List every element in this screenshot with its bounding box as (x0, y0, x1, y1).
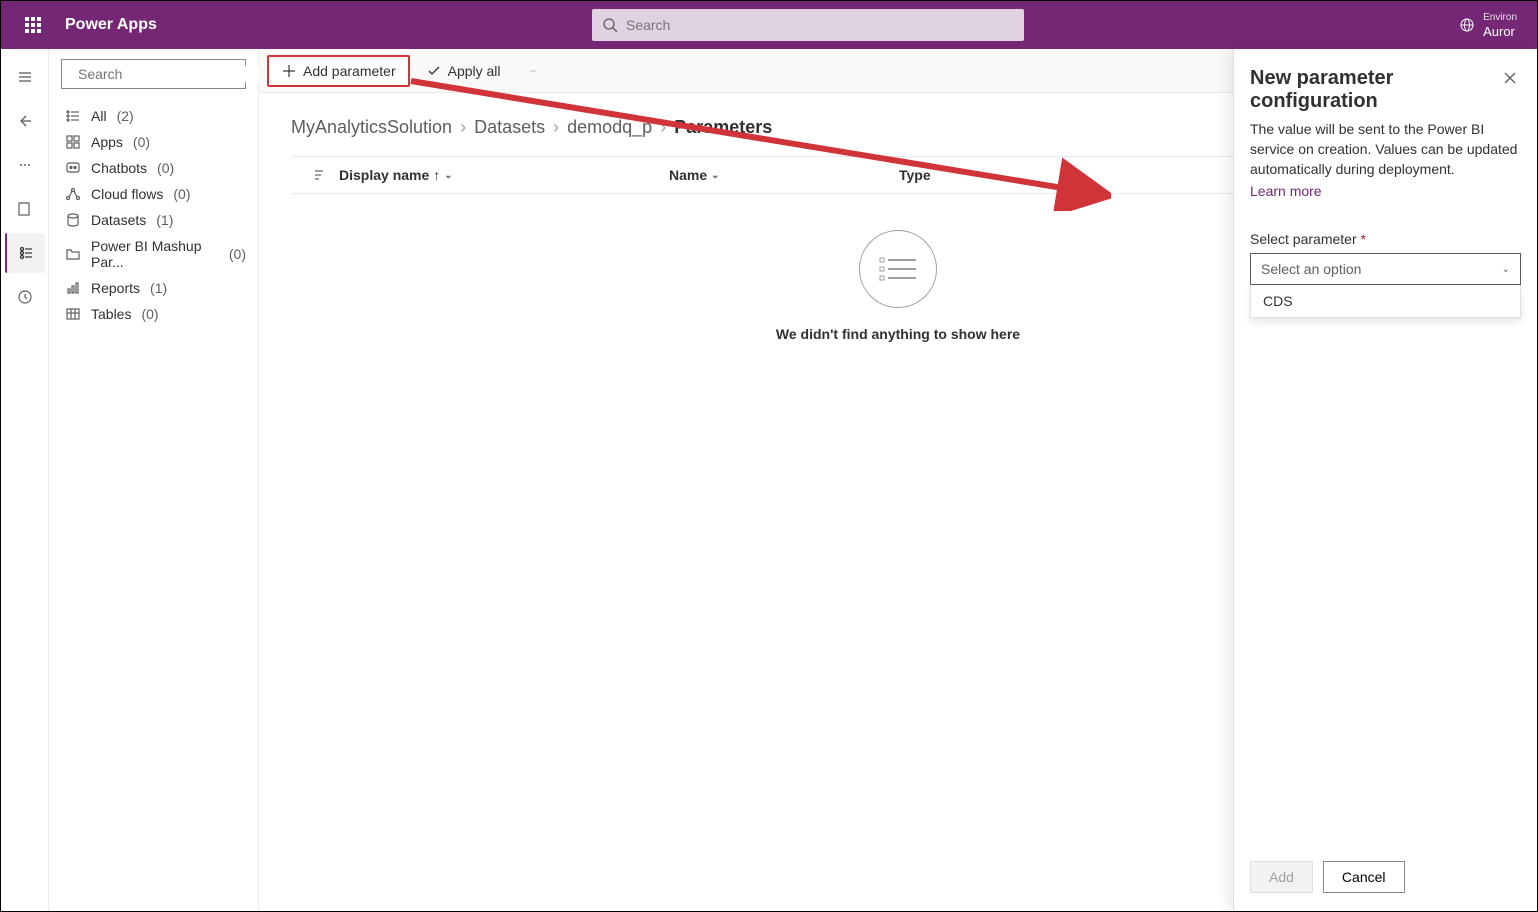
breadcrumb-dataset-name[interactable]: demodq_p (567, 117, 652, 138)
tree-label: Datasets (91, 212, 146, 228)
select-placeholder: Select an option (1261, 261, 1361, 277)
close-button[interactable] (1499, 67, 1521, 92)
apply-all-button[interactable]: Apply all (414, 57, 513, 85)
chevron-down-icon: ⌄ (444, 170, 452, 181)
apply-all-label: Apply all (448, 63, 501, 79)
nav-hamburger[interactable] (5, 57, 45, 97)
folder-icon (65, 246, 81, 262)
search-icon (602, 17, 618, 36)
panel-description: The value will be sent to the Power BI s… (1250, 119, 1521, 179)
select-parameter-dropdown[interactable]: Select an option ⌄ (1250, 253, 1521, 285)
environment-picker[interactable]: Environ Auror (1459, 11, 1529, 39)
tree-count: (0) (133, 134, 150, 150)
empty-text: We didn't find anything to show here (776, 326, 1020, 342)
nav-back[interactable] (5, 101, 45, 141)
tree-label: All (91, 108, 107, 124)
tree-count: (1) (150, 280, 167, 296)
tree-item-apps[interactable]: Apps (0) (49, 129, 258, 155)
nav-rail (1, 49, 49, 911)
app-header: Power Apps Environ Auror (1, 1, 1537, 49)
env-name: Auror (1483, 25, 1517, 39)
select-parameter-label: Select parameter * (1250, 231, 1521, 247)
panel-title: New parameter configuration (1250, 67, 1499, 113)
add-parameter-label: Add parameter (303, 63, 396, 79)
col-display-name[interactable]: Display name ↑ ⌄ (339, 167, 669, 183)
chatbot-icon (65, 160, 81, 176)
nav-history[interactable] (5, 277, 45, 317)
tree-count: (0) (157, 160, 174, 176)
tree-label: Power BI Mashup Par... (91, 238, 219, 270)
toolbar-more-button[interactable] (517, 57, 549, 85)
chevron-down-icon: ⌄ (711, 170, 719, 181)
globe-icon (1459, 17, 1475, 33)
check-icon (426, 63, 442, 79)
tree-label: Chatbots (91, 160, 147, 176)
tree-label: Reports (91, 280, 140, 296)
sidebar-search-input[interactable] (78, 66, 259, 82)
cancel-button[interactable]: Cancel (1323, 861, 1405, 893)
chevron-right-icon: › (553, 117, 559, 138)
add-button[interactable]: Add (1250, 861, 1313, 893)
sort-icon (311, 167, 327, 183)
tree-item-tables[interactable]: Tables (0) (49, 301, 258, 327)
tree-item-datasets[interactable]: Datasets (1) (49, 207, 258, 233)
dataset-icon (65, 212, 81, 228)
chevron-right-icon: › (460, 117, 466, 138)
plus-icon (281, 63, 297, 79)
col-name[interactable]: Name ⌄ (669, 167, 899, 183)
apps-icon (65, 134, 81, 150)
waffle-icon (25, 17, 41, 33)
tree-item-all[interactable]: All (2) (49, 103, 258, 129)
dropdown-list: CDS (1250, 285, 1521, 318)
solution-sidebar: All (2) Apps (0) Chatbots (0) Cloud flow… (49, 49, 259, 911)
all-icon (65, 108, 81, 124)
tree-label: Apps (91, 134, 123, 150)
tree-item-cloud-flows[interactable]: Cloud flows (0) (49, 181, 258, 207)
tree-label: Tables (91, 306, 131, 322)
env-label: Environ (1483, 11, 1517, 25)
tree-label: Cloud flows (91, 186, 163, 202)
flow-icon (65, 186, 81, 202)
breadcrumb-root[interactable]: MyAnalyticsSolution (291, 117, 452, 138)
close-icon (1503, 71, 1517, 85)
nav-more[interactable] (5, 145, 45, 185)
report-icon (65, 280, 81, 296)
more-icon (529, 63, 537, 79)
app-title: Power Apps (65, 16, 157, 34)
waffle-button[interactable] (9, 1, 57, 49)
tree-item-mashup[interactable]: Power BI Mashup Par... (0) (49, 233, 258, 275)
chevron-down-icon: ⌄ (1502, 264, 1510, 275)
tree-count: (0) (173, 186, 190, 202)
breadcrumb-datasets[interactable]: Datasets (474, 117, 545, 138)
tree-count: (0) (141, 306, 158, 322)
nav-solutions[interactable] (5, 233, 45, 273)
tree-item-chatbots[interactable]: Chatbots (0) (49, 155, 258, 181)
empty-icon (859, 230, 937, 308)
learn-more-link[interactable]: Learn more (1250, 183, 1521, 199)
parameter-panel: New parameter configuration The value wi… (1233, 49, 1537, 911)
add-parameter-button[interactable]: Add parameter (267, 55, 410, 87)
table-icon (65, 306, 81, 322)
tree-count: (0) (229, 246, 246, 262)
nav-pipelines[interactable] (5, 189, 45, 229)
global-search-input[interactable] (592, 9, 1024, 41)
dropdown-item-cds[interactable]: CDS (1251, 285, 1520, 317)
chevron-right-icon: › (660, 117, 666, 138)
breadcrumb-current: Parameters (674, 117, 772, 138)
col-type[interactable]: Type (899, 167, 989, 183)
tree-count: (1) (156, 212, 173, 228)
sidebar-search-box (61, 59, 246, 89)
tree-item-reports[interactable]: Reports (1) (49, 275, 258, 301)
global-search (592, 9, 1024, 41)
sort-button[interactable] (299, 167, 339, 183)
tree-count: (2) (117, 108, 134, 124)
sort-asc-icon: ↑ (433, 167, 440, 183)
